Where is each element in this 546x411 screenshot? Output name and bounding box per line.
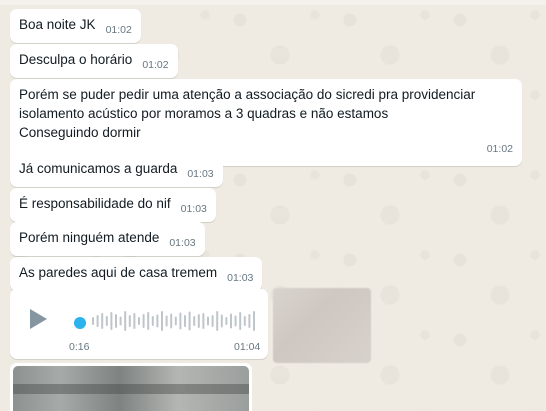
message-text: É responsabilidade do nif: [19, 196, 171, 211]
audio-current-time: 0:16: [69, 341, 90, 353]
message-bubble[interactable]: Já comunicamos a guarda 01:03: [10, 153, 223, 187]
message-text: Porém se puder pedir uma atenção a assoc…: [19, 87, 476, 140]
audio-progress-handle[interactable]: [74, 317, 86, 329]
waveform-bar: [115, 314, 117, 328]
waveform-bar: [133, 313, 136, 329]
waveform-bar: [220, 314, 223, 328]
waveform-bar: [110, 312, 113, 330]
message-bubble[interactable]: É responsabilidade do nif 01:03: [10, 188, 216, 222]
message-time: 01:03: [169, 237, 196, 249]
waveform-bar: [230, 313, 232, 329]
message-time: 01:02: [105, 24, 132, 36]
waveform-bar: [147, 312, 150, 330]
waveform-bar: [174, 316, 177, 326]
message-text: Porém ninguém atende: [19, 230, 160, 245]
waveform-bar: [170, 313, 173, 329]
voice-message[interactable]: 0:16 01:04: [10, 289, 268, 359]
waveform-bar: [92, 317, 94, 325]
waveform-bar: [239, 312, 242, 330]
audio-duration: 01:04: [234, 341, 261, 353]
waveform-bar: [216, 311, 219, 331]
waveform-bar: [207, 316, 209, 326]
waveform-bar: [96, 315, 99, 327]
waveform-bar: [151, 316, 154, 326]
sender-avatar-blurred: [273, 288, 371, 363]
image-message[interactable]: [10, 363, 252, 411]
waveform-bar: [165, 315, 168, 327]
play-icon[interactable]: [30, 309, 47, 329]
waveform-bar: [119, 316, 122, 326]
waveform-bar: [142, 314, 145, 328]
waveform-bar: [253, 311, 255, 331]
waveform-bar: [193, 316, 196, 326]
message-bubble[interactable]: Porém ninguém atende 01:03: [10, 222, 205, 256]
waveform-bar: [243, 316, 246, 326]
waveform-bar: [248, 314, 251, 328]
message-text: Boa noite JK: [19, 17, 96, 32]
waveform-bar: [128, 315, 131, 327]
message-time: 01:03: [187, 168, 214, 180]
message-time: 01:03: [180, 203, 207, 215]
top-edge: [0, 0, 546, 5]
waveform-bar: [138, 317, 140, 325]
waveform-bar: [105, 316, 108, 326]
waveform-bar: [124, 311, 127, 331]
waveform-bar: [225, 317, 228, 325]
image-preview[interactable]: [13, 366, 249, 411]
waveform-bar: [234, 315, 237, 327]
waveform-bar: [156, 314, 159, 328]
waveform-bar: [197, 314, 200, 328]
waveform-bar: [202, 313, 205, 329]
message-bubble[interactable]: As paredes aqui de casa tremem 01:03: [10, 257, 263, 291]
message-text: As paredes aqui de casa tremem: [19, 265, 218, 280]
message-time: 01:03: [227, 272, 254, 284]
message-bubble[interactable]: Boa noite JK 01:02: [10, 9, 141, 43]
waveform-bar: [211, 315, 214, 327]
message-time: 01:02: [142, 59, 169, 71]
message-text: Já comunicamos a guarda: [19, 161, 178, 176]
audio-waveform[interactable]: [78, 309, 258, 333]
waveform-bar: [101, 313, 104, 329]
waveform-bar: [161, 311, 163, 331]
message-text: Desculpa o horário: [19, 52, 133, 67]
waveform-bar: [179, 312, 182, 330]
waveform-bar: [184, 315, 186, 327]
message-bubble[interactable]: Desculpa o horário 01:02: [10, 44, 178, 78]
waveform-bar: [188, 311, 191, 331]
